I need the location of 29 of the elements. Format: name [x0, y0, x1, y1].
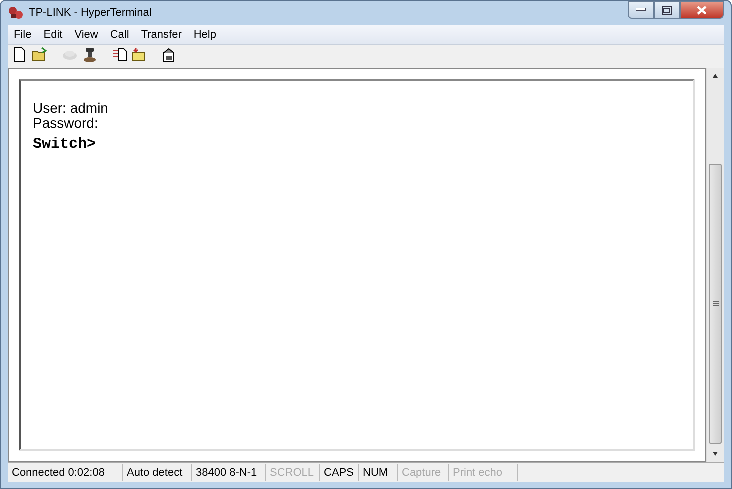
maximize-icon [662, 6, 672, 14]
menu-item[interactable]: Call [104, 28, 136, 40]
open-icon[interactable] [31, 46, 49, 64]
status-panel: Connected 0:02:08 [8, 464, 123, 481]
terminal-line: User: admin [33, 101, 108, 116]
menu-item[interactable]: Help [188, 28, 222, 40]
status-panel: Capture [398, 464, 449, 481]
minimize-button[interactable] [628, 1, 654, 19]
status-panel: 38400 8-N-1 [192, 464, 266, 481]
close-button[interactable] [680, 1, 724, 19]
prompt-line: Switch> [33, 136, 96, 153]
menu-item[interactable]: Transfer [135, 28, 188, 40]
terminal-line: Password: [33, 116, 98, 131]
maximize-button[interactable] [654, 1, 680, 19]
send-icon[interactable] [111, 46, 129, 64]
scroll-thumb[interactable] [709, 164, 722, 444]
window-title: TP-LINK - HyperTerminal [29, 7, 153, 19]
status-panel: Print echo [449, 464, 518, 481]
menu-item[interactable]: File [8, 28, 38, 40]
status-panel: CAPS [320, 464, 359, 481]
menu-item[interactable]: View [68, 28, 104, 40]
minimize-icon [636, 8, 646, 12]
status-panel: SCROLL [266, 464, 320, 481]
status-panel: Auto detect [123, 464, 192, 481]
app-icon [8, 6, 24, 20]
scrollbar[interactable] [706, 68, 724, 462]
status-panel: NUM [359, 464, 398, 481]
menu-item[interactable]: Edit [38, 28, 69, 40]
close-icon [697, 6, 707, 14]
